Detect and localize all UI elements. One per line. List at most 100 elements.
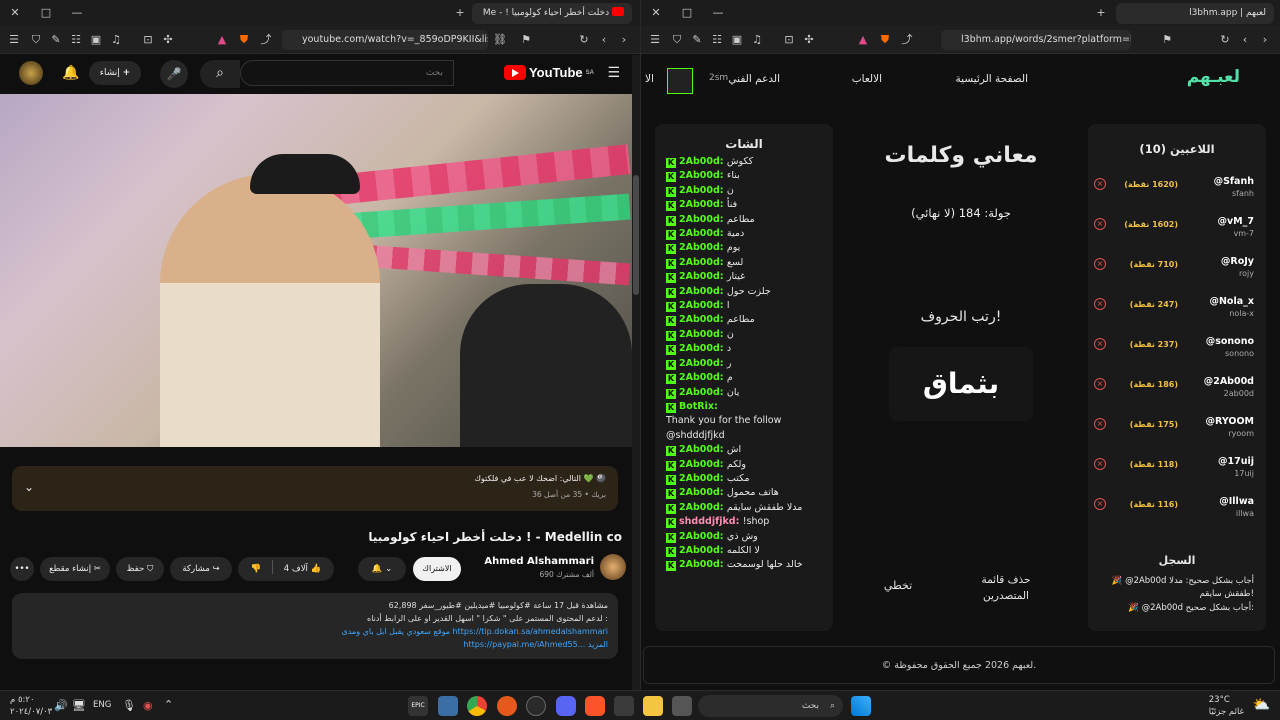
new-tab-icon[interactable]: + [1092,4,1110,22]
nav-truncated[interactable]: الا [645,73,654,85]
bookmark-icon[interactable]: ⚑ [1159,32,1175,48]
bookmark-list-icon[interactable]: ☷ [68,32,84,48]
tray-chevron-icon[interactable]: ⌃ [164,698,173,711]
shield-icon[interactable]: ⛉ [669,32,685,48]
live-chat-collapsed[interactable]: ⌄ التالي: اضحك لا عب في فلكتوك 💚 🎱 بريك … [12,466,618,511]
minimize-icon[interactable]: — [68,4,86,22]
weather-widget[interactable]: 23°C غائم جزئيًا [1209,694,1244,718]
like-icon[interactable]: 👍 [311,564,322,574]
brave-shield-icon[interactable]: ⛊ [877,32,893,48]
description-link[interactable]: https://paypal.me/iAhmed55... المزيد [22,638,608,651]
nav-support[interactable]: الدعم الفني [728,73,780,85]
user-avatar[interactable] [667,68,693,94]
back-icon[interactable]: ‹ [1237,32,1253,48]
brave-shield-icon[interactable]: ⛊ [236,32,252,48]
puzzle-icon[interactable]: ✣ [801,32,817,48]
puzzle-icon[interactable]: ✣ [160,32,176,48]
sidebar-icon[interactable]: ▣ [88,32,104,48]
search-input[interactable]: بحث [240,60,454,86]
volume-icon[interactable]: 🔊 [54,699,68,712]
link-icon[interactable]: ⛓ [492,32,508,48]
bookmark-list-icon[interactable]: ☷ [709,32,725,48]
app-icon[interactable] [526,696,546,716]
discord-icon[interactable] [556,696,576,716]
music-icon[interactable]: ♫ [108,32,124,48]
extension-icon[interactable]: ✎ [48,32,64,48]
share-button[interactable]: مشاركة ↪ [170,557,232,581]
bookmark-icon[interactable]: ⚑ [518,32,534,48]
close-window-icon[interactable]: ✕ [647,4,665,22]
dislike-icon[interactable]: 👎 [251,564,262,574]
network-icon[interactable]: 🖥 [72,699,86,712]
tab-l3bhm[interactable]: لعبهم | l3bhm.app [1116,3,1274,24]
remove-player-icon[interactable]: × [1094,178,1106,190]
windows-start-icon[interactable] [851,696,871,716]
brave-rewards-icon[interactable]: ▲ [214,32,230,48]
nav-games[interactable]: الالعاب [852,73,882,85]
chrome-icon[interactable] [467,696,487,716]
tab-youtube[interactable]: دخلت أخطر احياء كولومبيا ! - ‪Me [472,3,632,24]
youtube-logo[interactable]: YouTube SA [503,65,594,80]
share-url-icon[interactable]: ⤴ [258,32,274,48]
scrollbar[interactable] [632,55,640,690]
brave-icon[interactable] [585,696,605,716]
share-url-icon[interactable]: ⤴ [899,32,915,48]
description-link[interactable]: موقع سعودي يقبل ابل باي ومدى https://tip… [22,625,608,638]
avatar[interactable] [19,61,43,85]
menu-icon[interactable]: ☰ [6,32,22,48]
calculator-icon[interactable] [614,696,634,716]
epic-games-icon[interactable]: EPIC [408,696,428,716]
notifications-button[interactable]: 🔔 ⌄ [358,557,406,581]
screenshot-icon[interactable]: ⊡ [140,32,156,48]
nav-home[interactable]: الصفحة الرئيسية [956,73,1028,85]
remove-player-icon[interactable]: × [1094,338,1106,350]
reload-icon[interactable]: ↻ [576,32,592,48]
remove-player-icon[interactable]: × [1094,298,1106,310]
language-indicator[interactable]: ENG [93,700,111,710]
task-view-icon[interactable] [672,696,692,716]
clip-button[interactable]: إنشاء مقطع ✂ [40,557,110,581]
app-tray-icon[interactable]: ◉ [143,699,153,712]
hamburger-menu-icon[interactable]: ☰ [607,65,620,81]
clear-leaderboard-button[interactable]: حذف قائمة المتصدرين [961,572,1051,604]
forward-icon[interactable]: › [1257,32,1273,48]
remove-player-icon[interactable]: × [1094,378,1106,390]
like-count[interactable]: 4 آلاف [284,564,308,574]
scrollbar-thumb[interactable] [633,175,639,295]
remove-player-icon[interactable]: × [1094,218,1106,230]
microphone-icon[interactable]: 🎙 [122,699,136,712]
taskbar-search[interactable]: بحث ⌕ [698,695,843,717]
notifications-bell-icon[interactable]: 🔔 [62,65,79,81]
menu-icon[interactable]: ☰ [647,32,663,48]
channel-name[interactable]: Ahmed Alshammari [484,556,594,567]
create-button[interactable]: إنشاء + [89,61,141,85]
remove-player-icon[interactable]: × [1094,498,1106,510]
minimize-icon[interactable]: — [709,4,727,22]
sidebar-icon[interactable]: ▣ [729,32,745,48]
shield-icon[interactable]: ⛉ [28,32,44,48]
site-brand-logo[interactable]: لعبـهم [1187,67,1240,87]
clock[interactable]: ٥:٢٠ م ٢٠٢٤/٠٧/٠٣ [10,694,52,718]
remove-player-icon[interactable]: × [1094,418,1106,430]
app-icon[interactable] [497,696,517,716]
screenshot-icon[interactable]: ⊡ [781,32,797,48]
more-actions-button[interactable]: ••• [10,557,34,581]
remove-player-icon[interactable]: × [1094,258,1106,270]
voice-search-icon[interactable]: 🎤 [160,60,188,88]
skip-button[interactable]: تخطي [875,579,921,592]
video-player[interactable] [0,94,632,447]
video-description[interactable]: 62,898 مشاهدة قبل 17 ساعة #كولومبيا #ميد… [12,593,618,659]
maximize-icon[interactable]: □ [37,4,55,22]
save-button[interactable]: حفظ ⛉ [116,557,164,581]
url-field[interactable]: youtube.com/watch?v=_859oDP9KII&list=... [282,30,488,50]
new-tab-icon[interactable]: + [451,4,469,22]
brave-rewards-icon[interactable]: ▲ [855,32,871,48]
maximize-icon[interactable]: □ [678,4,696,22]
channel-avatar[interactable] [600,554,626,580]
extension-icon[interactable]: ✎ [689,32,705,48]
url-field[interactable]: l3bhm.app/words/2smer?platform=kick [941,30,1131,50]
back-icon[interactable]: ‹ [596,32,612,48]
remove-player-icon[interactable]: × [1094,458,1106,470]
music-icon[interactable]: ♫ [749,32,765,48]
file-explorer-icon[interactable] [643,696,663,716]
